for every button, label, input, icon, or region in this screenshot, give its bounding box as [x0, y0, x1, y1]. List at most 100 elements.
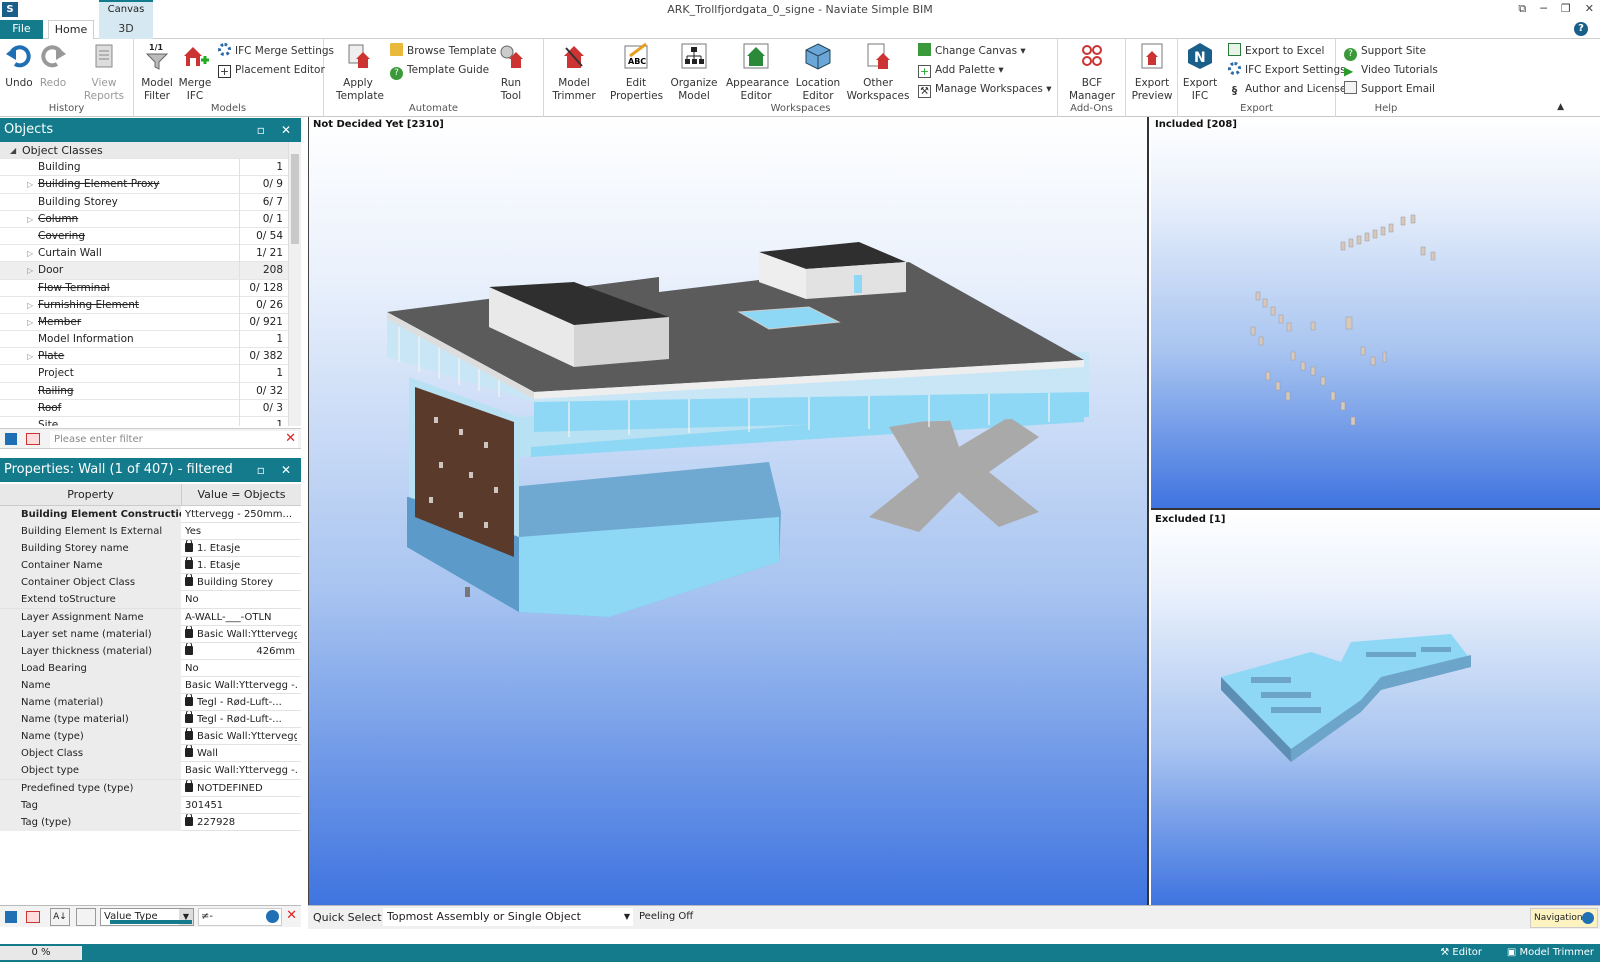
minimize-icon[interactable]: ─: [1540, 2, 1547, 16]
property-value[interactable]: Tegl - Rød-Luft-...: [185, 694, 297, 711]
col-property[interactable]: Property: [0, 484, 181, 506]
object-class-row[interactable]: Building 1: [0, 159, 301, 177]
model-trimmer-indicator[interactable]: ▣ Model Trimmer: [1507, 947, 1594, 958]
view-reports-button[interactable]: View Reports: [80, 42, 128, 103]
video-tutorials-button[interactable]: ▶ Video Tutorials: [1344, 62, 1438, 78]
merge-ifc-button[interactable]: Merge IFC: [178, 42, 212, 103]
property-value[interactable]: 1. Etasje: [185, 540, 297, 557]
tab-3d[interactable]: 3D: [99, 20, 153, 39]
object-class-row[interactable]: Flow Terminal 0/ 128: [0, 279, 301, 297]
scroll-thumb[interactable]: [291, 154, 299, 244]
appearance-editor-button[interactable]: Appearance Editor: [726, 42, 789, 103]
undo-button[interactable]: Undo: [4, 42, 34, 90]
property-value[interactable]: No: [185, 591, 297, 608]
float-icon[interactable]: ▫: [257, 118, 265, 142]
run-tool-button[interactable]: Run Tool: [494, 42, 528, 103]
info-icon[interactable]: [266, 910, 279, 923]
property-value[interactable]: Basic Wall:Yttervegg -...: [185, 762, 297, 779]
filter-input[interactable]: Please enter filter: [50, 431, 298, 448]
expand-icon[interactable]: ▷: [27, 262, 33, 279]
object-classes-header[interactable]: ◢ Object Classes: [0, 142, 301, 160]
property-row[interactable]: Object Class Wall: [0, 745, 301, 763]
collapse-icon[interactable]: ◢: [10, 142, 16, 159]
clear-filter-icon[interactable]: ✕: [286, 908, 297, 923]
property-value[interactable]: 1. Etasje: [185, 557, 297, 574]
building-model-main[interactable]: [309, 117, 1149, 905]
clear-selection-icon[interactable]: [26, 911, 40, 923]
property-row[interactable]: Object type Basic Wall:Yttervegg -...: [0, 762, 301, 780]
viewport-included[interactable]: Included [208]: [1151, 117, 1600, 510]
close-panel-icon[interactable]: ✕: [281, 118, 291, 142]
property-row[interactable]: Building Element Is External Yes: [0, 523, 301, 541]
property-value[interactable]: 426mm: [185, 642, 297, 660]
expand-icon[interactable]: ▷: [27, 348, 33, 365]
property-value[interactable]: Yes: [185, 523, 297, 540]
support-site-button[interactable]: ? Support Site: [1344, 43, 1426, 61]
property-row[interactable]: Tag (type) 227928: [0, 813, 301, 831]
save-icon[interactable]: [5, 911, 17, 923]
expand-icon[interactable]: ▷: [27, 314, 33, 331]
help-icon[interactable]: ?: [1574, 22, 1588, 36]
canvas-area[interactable]: Not Decided Yet [2310] Included [208] Ex…: [308, 117, 1600, 905]
tab-file[interactable]: File: [0, 20, 43, 39]
organize-model-button[interactable]: Organize Model: [668, 42, 720, 103]
clear-selection-icon[interactable]: [26, 433, 40, 445]
property-row[interactable]: Extend toStructure No: [0, 591, 301, 609]
location-editor-button[interactable]: Location Editor: [790, 42, 846, 103]
property-value[interactable]: Basic Wall:Yttervegg -...: [185, 677, 297, 694]
ifc-merge-settings-button[interactable]: IFC Merge Settings: [218, 43, 334, 59]
object-class-row[interactable]: Roof 0/ 3: [0, 399, 301, 417]
splitter-handle[interactable]: [110, 920, 192, 924]
model-trimmer-button[interactable]: Model Trimmer: [550, 42, 598, 103]
object-class-row[interactable]: Model Information 1: [0, 331, 301, 349]
property-value[interactable]: Basic Wall:Yttervegg -...: [185, 728, 297, 745]
viewport-excluded[interactable]: Excluded [1]: [1151, 512, 1600, 905]
object-class-row[interactable]: ▷ Plate 0/ 382: [0, 348, 301, 366]
property-row[interactable]: Layer thickness (material) 426mm: [0, 642, 301, 660]
object-class-row[interactable]: Railing 0/ 32: [0, 382, 301, 400]
maximize-icon[interactable]: ❐: [1561, 2, 1571, 16]
add-palette-button[interactable]: + Add Palette ▾: [918, 62, 1004, 78]
property-row[interactable]: Load Bearing No: [0, 659, 301, 677]
property-row[interactable]: Building Element Construction TypeYtterv…: [0, 506, 301, 524]
expand-icon[interactable]: ▷: [27, 245, 33, 262]
change-canvas-button[interactable]: Change Canvas ▾: [918, 43, 1026, 59]
object-class-row[interactable]: ▷ Column 0/ 1: [0, 210, 301, 228]
peeling-toggle[interactable]: Peeling Off: [639, 911, 693, 922]
clear-filter-icon[interactable]: ✕: [285, 431, 296, 446]
site-model-excluded[interactable]: [1151, 512, 1600, 905]
property-value[interactable]: Building Storey: [185, 574, 297, 591]
export-excel-button[interactable]: Export to Excel: [1228, 43, 1324, 59]
object-class-row[interactable]: ▷ Door 208: [0, 262, 301, 280]
collapse-ribbon-icon[interactable]: ▲: [1557, 102, 1564, 112]
property-value[interactable]: 301451: [185, 797, 297, 814]
property-value[interactable]: 227928: [185, 813, 297, 831]
object-class-row[interactable]: ▷ Member 0/ 921: [0, 313, 301, 332]
object-class-row[interactable]: Covering 0/ 54: [0, 227, 301, 246]
close-panel-icon[interactable]: ✕: [281, 458, 291, 482]
property-value[interactable]: NOTDEFINED: [185, 779, 297, 797]
property-value[interactable]: No: [185, 660, 297, 677]
property-row[interactable]: Building Storey name 1. Etasje: [0, 540, 301, 558]
expand-icon[interactable]: ▷: [27, 297, 33, 314]
property-value[interactable]: Tegl - Rød-Luft-...: [185, 711, 297, 728]
restore-icon[interactable]: ⧉: [1518, 2, 1526, 16]
object-class-row[interactable]: ▷ Furnishing Element 0/ 26: [0, 296, 301, 314]
objects-scrollbar[interactable]: [288, 142, 301, 426]
property-value[interactable]: Wall: [185, 745, 297, 762]
apply-template-button[interactable]: Apply Template: [336, 42, 384, 103]
viewport-not-decided[interactable]: Not Decided Yet [2310]: [309, 117, 1149, 905]
browse-template-button[interactable]: Browse Template: [390, 43, 496, 59]
export-ifc-button[interactable]: N Export IFC: [1180, 42, 1220, 103]
group-icon[interactable]: [76, 908, 96, 926]
support-email-button[interactable]: Support Email: [1344, 81, 1435, 97]
property-value[interactable]: Yttervegg - 250mm...: [185, 506, 297, 523]
selection-mode-select[interactable]: Topmost Assembly or Single Object ▼: [383, 908, 633, 926]
model-filter-button[interactable]: 1/1 Model Filter: [140, 42, 174, 103]
property-row[interactable]: Container Name 1. Etasje: [0, 557, 301, 575]
object-class-row[interactable]: Site 1: [0, 417, 301, 426]
property-row[interactable]: Name (type material) Tegl - Rød-Luft-...: [0, 711, 301, 729]
property-value[interactable]: Basic Wall:Yttervegg -...: [185, 625, 297, 643]
property-row[interactable]: Predefined type (type) NOTDEFINED: [0, 779, 301, 797]
property-row[interactable]: Name (type)Basic Wall:Yttervegg -...: [0, 728, 301, 746]
